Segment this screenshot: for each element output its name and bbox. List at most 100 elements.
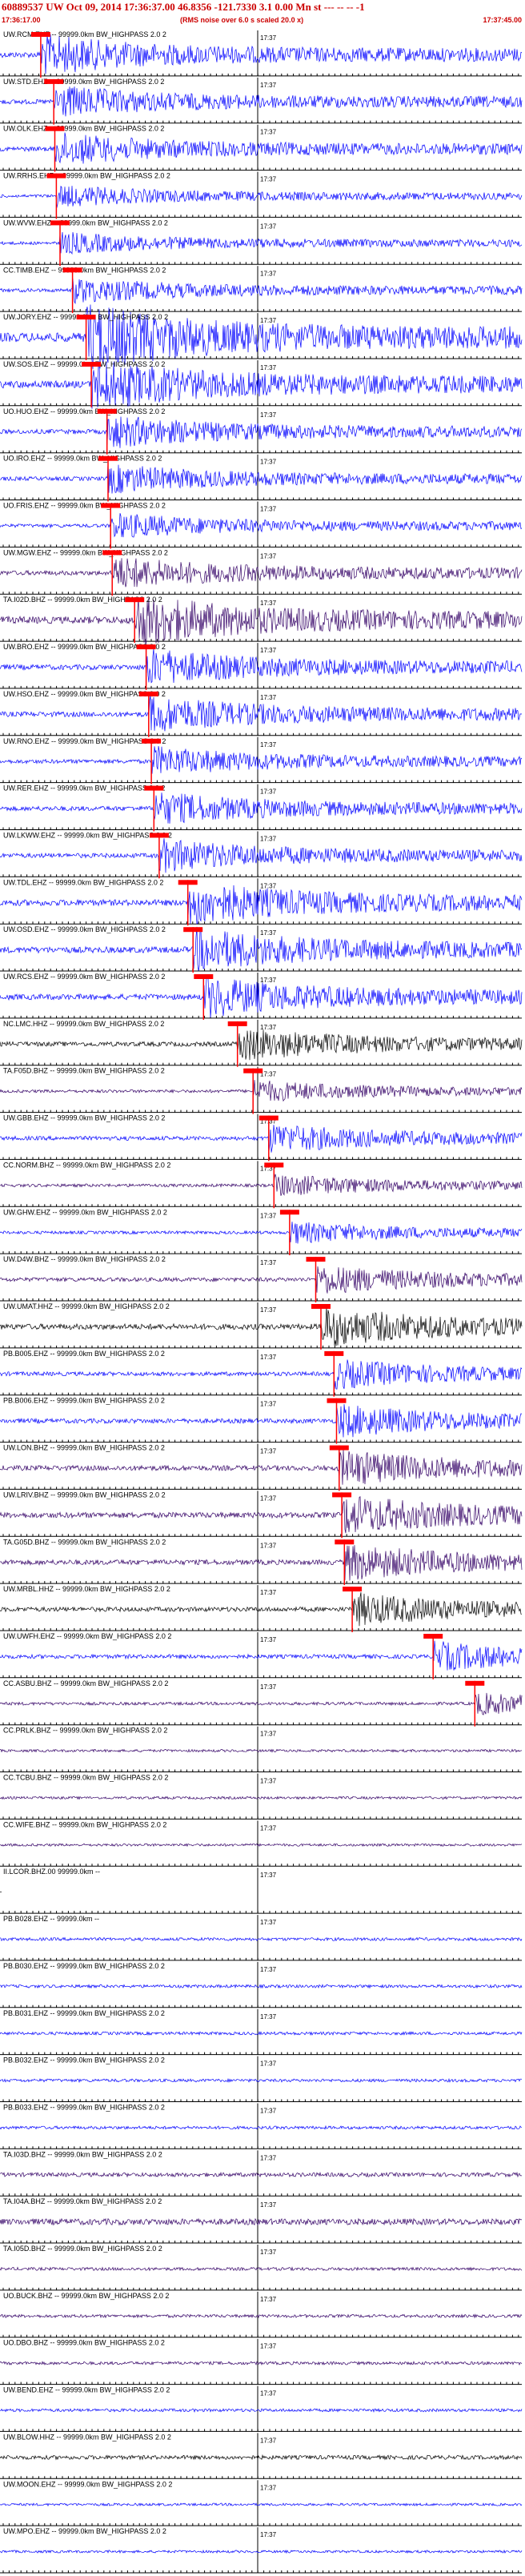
minute-label: 17:37 xyxy=(260,929,277,937)
minute-label: 17:37 xyxy=(260,459,277,466)
trace-29: 17:37 PB.B006.EHZ -- 99999.0km BW_HIGHPAS… xyxy=(0,1396,523,1444)
trace-5: 17:37 CC.TIMB.EHZ -- 99999.0km BW_HIGHPAS… xyxy=(0,266,523,314)
station-label: UW.D4W.BHZ -- 99999.0km BW_HIGHPASS 2.0 … xyxy=(3,1255,166,1263)
waveform xyxy=(0,1640,523,1671)
trace-45: 17:37 TA.I03D.BHZ -- 99999.0km BW_HIGHPAS… xyxy=(0,2150,523,2197)
station-label: UW.UWFH.EHZ -- 99999.0km BW_HIGHPASS 2.0… xyxy=(3,1632,171,1640)
trace-36: 17:37 CC.PRLK.BHZ -- 99999.0km BW_HIGHPAS… xyxy=(0,1726,522,1772)
station-label: PB.B032.EHZ -- 99999.0km BW_HIGHPASS 2.0… xyxy=(3,2056,165,2064)
waveform xyxy=(0,186,523,208)
trace-14: 17:37UW.HSO.EHZ -- 99999.0km BW_HIGHPASS… xyxy=(0,689,523,737)
station-label: TA.I04A.BHZ -- 99999.0km BW_HIGHPASS 2.0… xyxy=(3,2197,162,2205)
minute-label: 17:37 xyxy=(260,2390,277,2397)
trace-38: 17:37 CC.WIFE.BHZ -- 99999.0km BW_HIGHPAS… xyxy=(0,1820,523,1867)
waveform xyxy=(0,1592,522,1627)
minute-label: 17:37 xyxy=(260,411,277,419)
minute-label: 17:37 xyxy=(260,694,277,701)
waveform xyxy=(0,86,523,117)
trace-35: 17:37 CC.ASBU.BHZ -- 99999.0km BW_HIGHPAS… xyxy=(0,1679,523,1727)
waveform xyxy=(0,2031,523,2036)
trace-25: 17:37 UW.GHW.EHZ -- 99999.0km BW_HIGHPASS… xyxy=(0,1208,523,1256)
station-label: NC.LMC.HHZ -- 99999.0km BW_HIGHPASS 2.0 … xyxy=(3,1020,164,1028)
station-label: UO.IRO.EHZ -- 99999.0km BW_HIGHPASS 2.0 … xyxy=(3,455,162,463)
minute-label: 17:37 xyxy=(260,1919,277,1926)
trace-47: 17:37 TA.I05D.BHZ -- 99999.0km BW_HIGHPAS… xyxy=(0,2245,523,2291)
waveform xyxy=(0,2125,523,2130)
trace-15: 17:37 UW.RNO.EHZ -- 99999.0km BW_HIGHPASS… xyxy=(0,736,523,784)
trace-40: 17:37 PB.B028.EHZ -- 99999.0km -- xyxy=(0,1915,523,1961)
minute-label: 17:37 xyxy=(260,176,277,183)
trace-18: 17:37 UW.TDL.EHZ -- 99999.0km BW_HIGHPASS… xyxy=(0,878,523,926)
minute-label: 17:37 xyxy=(260,741,277,748)
trace-28: 17:37 PB.B005.EHZ -- 99999.0km BW_HIGHPAS… xyxy=(0,1349,523,1397)
station-label: UW.GHW.EHZ -- 99999.0km BW_HIGHPASS 2.0 … xyxy=(3,1208,167,1216)
waveform xyxy=(0,1359,523,1390)
station-label: PB.B030.EHZ -- 99999.0km BW_HIGHPASS 2.0… xyxy=(3,1962,165,1970)
minute-label: 17:37 xyxy=(260,2108,277,2115)
trace-51: 17:37 UW.BLOW.HHZ -- 99999.0km BW_HIGHPAS… xyxy=(0,2433,523,2479)
minute-label: 17:37 xyxy=(260,600,277,607)
seismogram-plot: 17:37 UW.RCM.EHZ -- 99999.0km BW_HIGHPASS… xyxy=(0,30,523,2574)
station-label: UW.GBB.EHZ -- 99999.0km BW_HIGHPASS 2.0 … xyxy=(3,1114,165,1122)
station-label: UW.MGW.EHZ -- 99999.0km BW_HIGHPASS 2.0 … xyxy=(3,548,168,556)
minute-label: 17:37 xyxy=(260,1306,277,1314)
station-label: UO.HUO.EHZ -- 99999.0km BW_HIGHPASS 2.0 … xyxy=(3,407,165,415)
waveform xyxy=(0,1692,523,1715)
minute-label: 17:37 xyxy=(260,270,277,277)
trace-23: 17:37UW.GBB.EHZ -- 99999.0km BW_HIGHPASS… xyxy=(0,1113,523,1162)
trace-24: 17:37CC.NORM.BHZ -- 99999.0km BW_HIGHPAS… xyxy=(0,1161,523,1209)
waveform xyxy=(0,513,523,538)
waveform xyxy=(0,1936,523,1942)
trace-16: 17:37 UW.RER.EHZ -- 99999.0km BW_HIGHPASS… xyxy=(0,784,523,832)
trace-1: 17:37 UW.STD.EHZ -- 99999.0km BW_HIGHPASS… xyxy=(0,77,523,125)
station-label: UW.RCS.EHZ -- 99999.0km BW_HIGHPASS 2.0 … xyxy=(3,973,165,981)
trace-12: 17:37TA.I02D.BHZ -- 99999.0km BW_HIGHPAS… xyxy=(0,596,523,646)
station-label: PB.B031.EHZ -- 99999.0km BW_HIGHPASS 2.0… xyxy=(3,2009,165,2017)
waveform xyxy=(0,1080,523,1102)
minute-label: 17:37 xyxy=(260,1872,277,1879)
station-label: CC.TIMB.EHZ -- 99999.0km BW_HIGHPASS 2.0… xyxy=(3,266,166,274)
minute-label: 17:37 xyxy=(260,552,277,560)
station-label: UW.RER.EHZ -- 99999.0km BW_HIGHPASS 2.0 … xyxy=(3,784,165,792)
trace-41: 17:37 PB.B030.EHZ -- 99999.0km BW_HIGHPAS… xyxy=(0,1961,523,2008)
station-label: UW.RCM.EHZ -- 99999.0km BW_HIGHPASS 2.0 … xyxy=(3,30,166,38)
trace-21: 17:37 NC.LMC.HHZ -- 99999.0km BW_HIGHPASS… xyxy=(0,1019,523,1067)
trace-19: 17:37 UW.OSD.EHZ -- 99999.0km BW_HIGHPASS… xyxy=(0,925,523,973)
minute-label: 17:37 xyxy=(260,2060,277,2068)
trace-48: 17:37 UO.BUCK.BHZ -- 99999.0km BW_HIGHPAS… xyxy=(0,2291,523,2338)
minute-label: 17:37 xyxy=(260,1542,277,1549)
trace-33: 17:37 UW.MRBL.HHZ -- 99999.0km BW_HIGHPAS… xyxy=(0,1585,522,1632)
station-label: PB.B028.EHZ -- 99999.0km -- xyxy=(3,1915,99,1923)
station-label: CC.TCBU.BHZ -- 99999.0km BW_HIGHPASS 2.0… xyxy=(3,1774,168,1782)
waveform xyxy=(0,745,523,774)
trace-4: 17:37 UW.WVW.EHZ -- 99999.0km BW_HIGHPASS… xyxy=(0,219,523,267)
station-label: UW.BLOW.HHZ -- 99999.0km BW_HIGHPASS 2.0… xyxy=(3,2433,171,2441)
station-label: TA.F05D.BHZ -- 99999.0km BW_HIGHPASS 2.0… xyxy=(3,1067,165,1075)
trace-2: 17:37 UW.OLK.EHZ -- 99999.0km BW_HIGHPASS… xyxy=(0,124,523,172)
minute-label: 17:37 xyxy=(260,1589,277,1596)
station-label: UW.OLK.EHZ -- 99999.0km BW_HIGHPASS 2.0 … xyxy=(3,125,164,133)
trace-50: 17:37 UW.BEND.EHZ -- 99999.0km BW_HIGHPAS… xyxy=(0,2385,523,2432)
station-label: UW.OSD.EHZ -- 99999.0km BW_HIGHPASS 2.0 … xyxy=(3,925,166,933)
waveform xyxy=(0,2313,523,2319)
station-label: UW.BEND.EHZ -- 99999.0km BW_HIGHPASS 2.0… xyxy=(3,2386,170,2394)
minute-label: 17:37 xyxy=(260,1966,277,1973)
trace-10: 17:37 UO.FRIS.EHZ -- 99999.0km BW_HIGHPAS… xyxy=(0,501,523,549)
station-label: TA.I03D.BHZ -- 99999.0km BW_HIGHPASS 2.0… xyxy=(3,2150,162,2158)
minute-label: 17:37 xyxy=(260,82,277,89)
waveform xyxy=(0,1029,523,1061)
minute-label: 17:37 xyxy=(260,788,277,796)
trace-8: 17:37 UO.HUO.EHZ -- 99999.0km BW_HIGHPASS… xyxy=(0,407,523,455)
waveform xyxy=(0,1174,523,1196)
station-label: CC.WIFE.BHZ -- 99999.0km BW_HIGHPASS 2.0… xyxy=(3,1820,166,1828)
station-label: TA.I05D.BHZ -- 99999.0km BW_HIGHPASS 2.0… xyxy=(3,2245,162,2253)
minute-label: 17:37 xyxy=(260,506,277,513)
trace-7: 17:37UW.SOS.EHZ -- 99999.0km BW_HIGHPASS… xyxy=(0,360,523,409)
station-label: UW.LON.BHZ -- 99999.0km BW_HIGHPASS 2.0 … xyxy=(3,1444,165,1452)
waveform xyxy=(0,1222,523,1244)
station-label: UW.LRIV.BHZ -- 99999.0km BW_HIGHPASS 2.0… xyxy=(3,1491,166,1499)
trace-46: 17:37 TA.I04A.BHZ -- 99999.0km BW_HIGHPAS… xyxy=(0,2197,523,2244)
minute-label: 17:37 xyxy=(260,2296,277,2303)
waveform xyxy=(0,1266,523,1294)
trace-11: 17:37 UW.MGW.EHZ -- 99999.0km BW_HIGHPASS… xyxy=(0,548,523,596)
